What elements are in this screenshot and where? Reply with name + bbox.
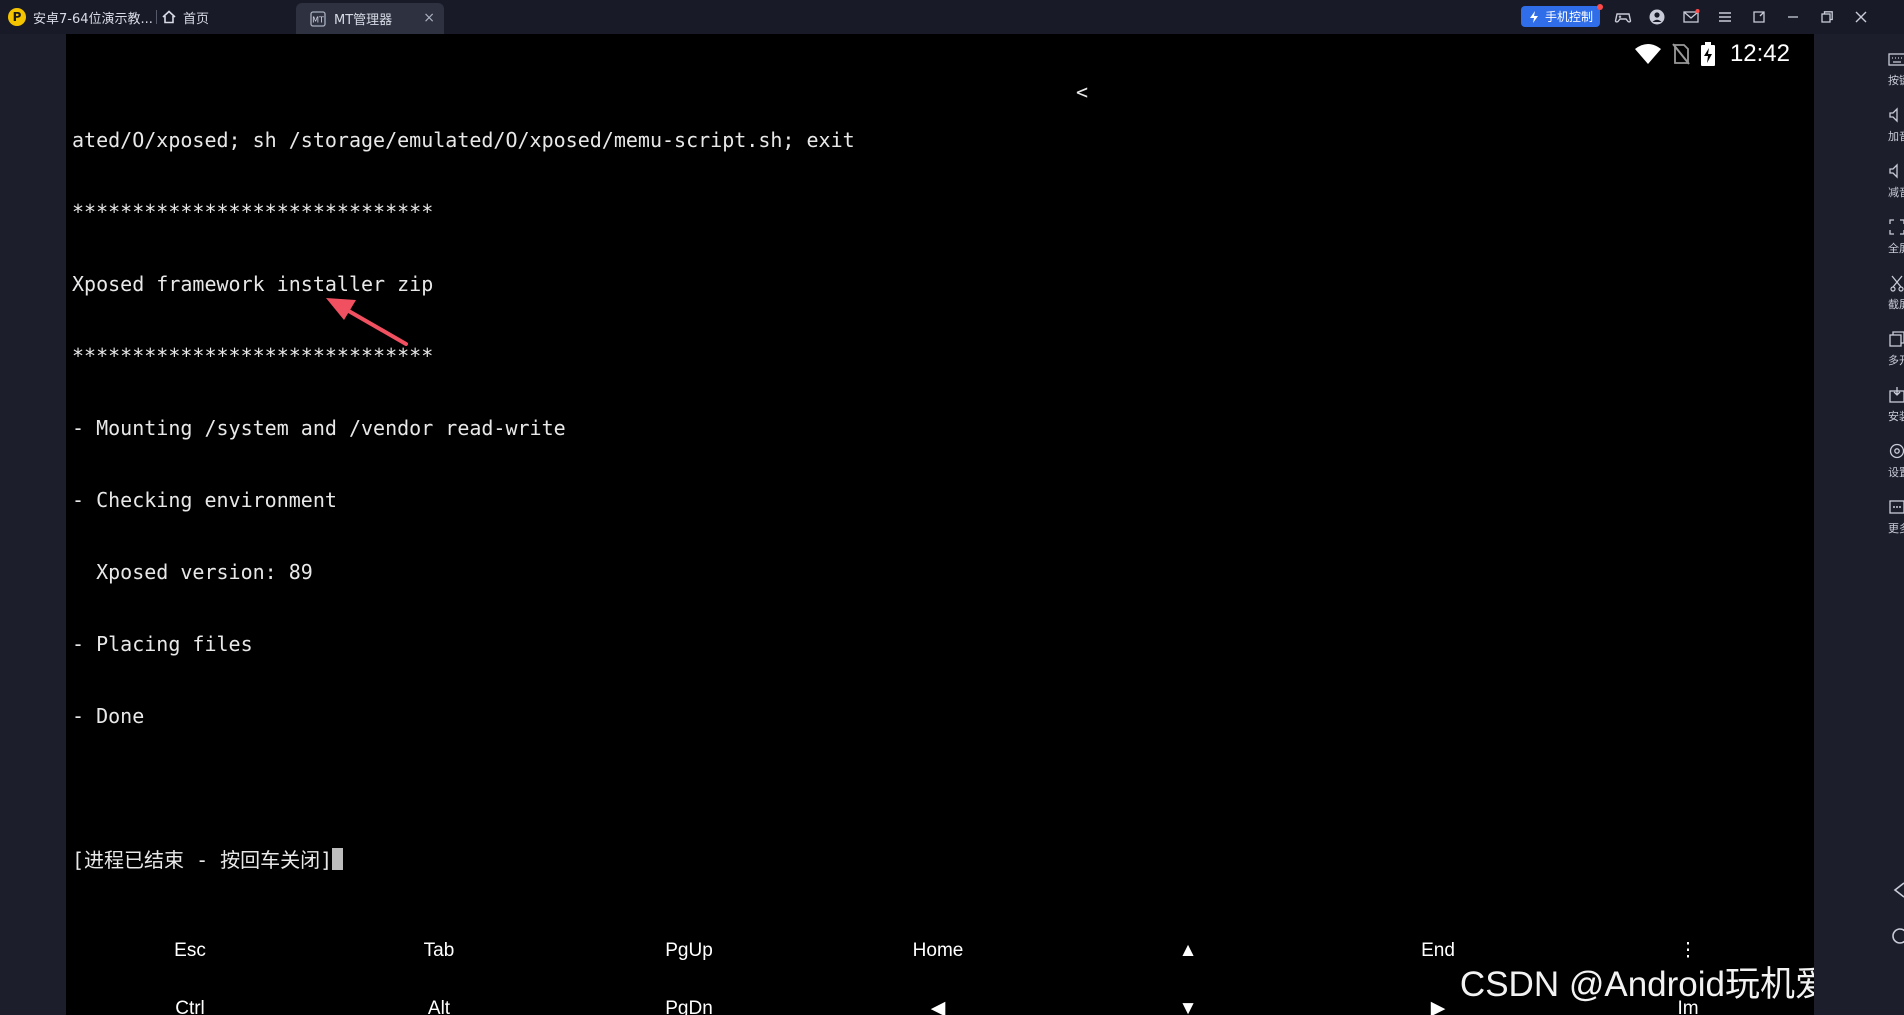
user-icon[interactable] — [1648, 8, 1666, 26]
scroll-marker: < — [1076, 80, 1089, 104]
emulator-sidebar: 按键 加音 减音 全屏 截屏 多开 安装 设置 更多 — [1874, 34, 1904, 1015]
volume-up-icon — [1889, 107, 1898, 123]
pin-window-icon[interactable] — [1750, 8, 1768, 26]
tab-mt-manager[interactable]: MT MT管理器 × — [296, 3, 444, 34]
settings-icon — [1889, 443, 1904, 459]
terminal-cursor — [332, 848, 344, 870]
left-arrow-key[interactable]: ◀ — [878, 994, 998, 1015]
sidebar-item-screenshot[interactable]: 截屏 — [1888, 274, 1904, 312]
android-status-bar: 12:42 — [1634, 34, 1814, 74]
sidebar-item-volume-down[interactable]: 减音 — [1888, 162, 1904, 200]
terminal-line: ****************************** — [72, 344, 434, 368]
sidebar-item-settings[interactable]: 设置 — [1888, 442, 1904, 480]
sidebar-item-label: 加音 — [1888, 130, 1904, 143]
sidebar-item-label: 减音 — [1888, 186, 1904, 199]
close-icon[interactable] — [1852, 8, 1870, 26]
tab-label: MT管理器 — [334, 13, 393, 28]
tab-close-icon[interactable]: × — [423, 11, 435, 25]
sidebar-item-label: 安装 — [1888, 410, 1904, 423]
terminal-line-status: [进程已结束 - 按回车关闭] — [72, 848, 855, 872]
mt-manager-icon: MT — [310, 10, 326, 27]
terminal-line: Xposed version: 89 — [72, 560, 313, 584]
sidebar-item-label: 多开 — [1888, 354, 1904, 367]
sidebar-item-label: 更多 — [1888, 522, 1904, 535]
sidebar-item-label: 按键 — [1888, 74, 1904, 87]
tab-label: 首页 — [183, 11, 210, 27]
left-gutter — [0, 34, 66, 1015]
sidebar-item-label: 截屏 — [1888, 298, 1904, 311]
more-icon — [1889, 500, 1904, 514]
menu-icon[interactable] — [1716, 8, 1734, 26]
volume-down-icon — [1889, 163, 1898, 179]
pgdn-key[interactable]: PgDn — [629, 994, 749, 1015]
tab-key[interactable]: Tab — [379, 936, 499, 966]
multi-instance-icon — [1889, 331, 1904, 347]
process-finished-text: [进程已结束 - 按回车关闭] — [72, 848, 333, 872]
screenshot-icon — [1890, 275, 1904, 292]
keyboard-icon — [1888, 53, 1904, 66]
lightning-icon — [1530, 10, 1538, 23]
svg-text:MT: MT — [312, 15, 324, 24]
status-clock: 12:42 — [1729, 40, 1790, 67]
esc-key[interactable]: Esc — [130, 936, 250, 966]
annotation-arrow-icon — [326, 298, 408, 346]
sidebar-item-fullscreen[interactable]: 全屏 — [1888, 218, 1904, 256]
home-circle-icon[interactable] — [1890, 926, 1904, 946]
android-screen[interactable]: 12:42 ated/O/xposed; sh /storage/emulate… — [66, 34, 1814, 1015]
terminal-line: - Checking environment — [72, 488, 337, 512]
sidebar-item-keymap[interactable]: 按键 — [1888, 50, 1904, 88]
ctrl-key[interactable]: Ctrl — [130, 994, 250, 1015]
home-icon — [162, 10, 176, 24]
sidebar-item-install-apk[interactable]: 安装 — [1888, 386, 1904, 424]
tab-separator — [156, 10, 157, 24]
home-key[interactable]: Home — [878, 936, 998, 966]
minimize-icon[interactable] — [1784, 8, 1802, 26]
title-bar: P 安卓7-64位演示教... 首页 MT MT管理器 × 手机控制 — [0, 0, 1904, 34]
alt-key[interactable]: Alt — [379, 994, 499, 1015]
pgup-key[interactable]: PgUp — [629, 936, 749, 966]
emulator-logo-icon: P — [8, 8, 26, 26]
sidebar-item-more[interactable]: 更多 — [1888, 498, 1904, 536]
terminal-line: - Placing files — [72, 632, 253, 656]
sidebar-item-volume-up[interactable]: 加音 — [1888, 106, 1904, 144]
notification-dot — [1597, 4, 1603, 10]
tab-emulator-instance[interactable]: P 安卓7-64位演示教... — [8, 0, 156, 34]
wifi-icon — [1634, 44, 1661, 64]
restore-icon[interactable] — [1818, 8, 1836, 26]
terminal-line: - Mounting /system and /vendor read-writ… — [72, 416, 566, 440]
no-sim-icon — [1672, 43, 1690, 65]
terminal-output[interactable]: ated/O/xposed; sh /storage/emulated/O/xp… — [72, 80, 855, 920]
tab-home[interactable]: 首页 — [162, 0, 292, 34]
mail-icon[interactable] — [1682, 8, 1700, 26]
phone-control-button[interactable]: 手机控制 — [1521, 4, 1603, 27]
phone-control-label: 手机控制 — [1545, 10, 1594, 24]
install-apk-icon — [1889, 387, 1904, 403]
terminal-line: ated/O/xposed; sh /storage/emulated/O/xp… — [72, 128, 855, 152]
back-icon[interactable] — [1890, 880, 1904, 900]
terminal-line: Xposed framework installer zip — [72, 272, 434, 296]
up-arrow-key[interactable]: ▲ — [1128, 936, 1248, 966]
battery-charging-icon — [1700, 42, 1715, 66]
sidebar-item-label: 设置 — [1888, 466, 1904, 479]
right-gutter — [1814, 34, 1874, 1015]
sidebar-item-label: 全屏 — [1888, 242, 1904, 255]
terminal-line: - Done — [72, 704, 145, 728]
gamepad-icon[interactable] — [1614, 8, 1632, 26]
fullscreen-icon — [1889, 219, 1904, 235]
sidebar-item-multi-instance[interactable]: 多开 — [1888, 330, 1904, 368]
tab-label: 安卓7-64位演示教... — [33, 11, 153, 27]
terminal-line: ****************************** — [72, 200, 434, 224]
down-arrow-key[interactable]: ▼ — [1128, 994, 1248, 1015]
